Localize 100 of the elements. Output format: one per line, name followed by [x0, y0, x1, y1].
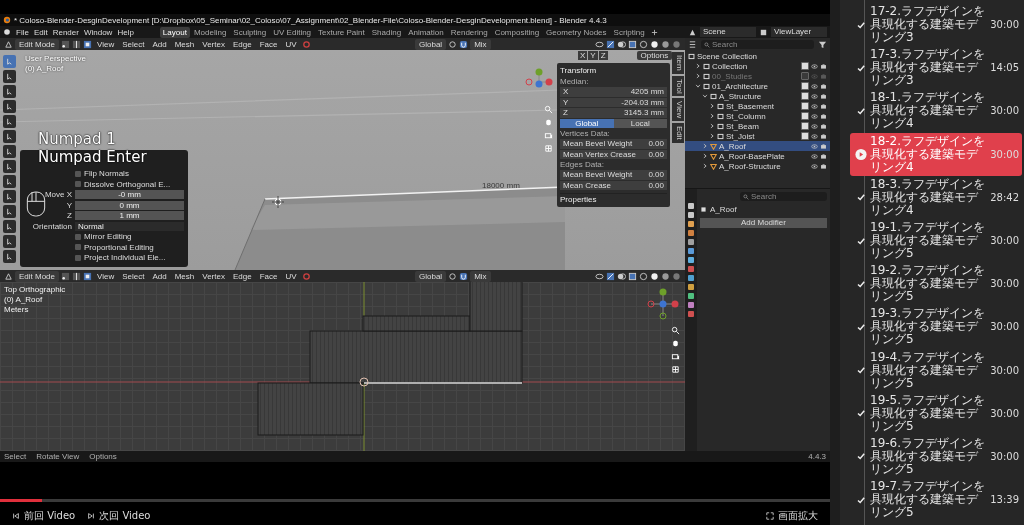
space-toggle[interactable]: Global — [560, 118, 614, 128]
outliner-item[interactable]: St_Column — [685, 111, 830, 121]
workspace-tab[interactable]: Texture Paint — [315, 26, 368, 38]
overlay-icon[interactable] — [617, 39, 626, 49]
gizmo-toggle-icon[interactable] — [606, 39, 615, 49]
gizmo-toggle-icon[interactable] — [606, 271, 615, 281]
menu-item[interactable]: Edge — [229, 39, 255, 49]
camera-icon[interactable] — [820, 112, 827, 120]
scene-field[interactable]: Scene — [700, 27, 756, 37]
tool-button[interactable] — [3, 190, 16, 203]
tool-button[interactable] — [3, 220, 16, 233]
checkbox[interactable] — [801, 132, 809, 140]
number-field[interactable]: Y -204.03 mm — [560, 97, 667, 107]
camera-icon[interactable] — [820, 162, 827, 170]
menu-item[interactable]: Help — [115, 27, 136, 37]
number-field[interactable]: 0 mm — [75, 200, 184, 210]
material-shading-icon[interactable] — [661, 39, 670, 49]
playlist-item[interactable]: 18-1.ラフデザインを具現化する建築モデリング4 30:00 — [850, 89, 1022, 133]
workspace-tab[interactable]: Scripting — [610, 26, 648, 38]
menu-item[interactable]: View — [94, 39, 118, 49]
rendered-shading-icon[interactable] — [672, 271, 681, 281]
visibility-icon[interactable] — [595, 39, 604, 49]
playlist-item[interactable]: 19-7.ラフデザインを具現化する建築モデリング5 13:39 — [850, 478, 1022, 522]
number-field[interactable]: X 4205 mm — [560, 87, 667, 97]
menu-item[interactable]: Add — [149, 39, 170, 49]
camera-icon[interactable] — [820, 62, 827, 70]
orientation-dropdown[interactable]: Global — [415, 38, 447, 50]
number-field[interactable]: Mean Bevel Weight 0.00 — [560, 139, 667, 149]
sidebar-tab[interactable]: Item — [672, 52, 684, 74]
mirror-axis-toggle[interactable]: X — [578, 51, 588, 60]
workspace-tab[interactable]: Animation — [405, 26, 447, 38]
menu-item[interactable]: Face — [256, 39, 281, 49]
mirror-axis-toggle[interactable]: Z — [598, 51, 608, 60]
workspace-tab[interactable]: Geometry Nodes — [543, 26, 610, 38]
number-field[interactable]: Mean Bevel Weight 0.00 — [560, 170, 667, 180]
eye-icon[interactable] — [811, 112, 818, 120]
progress-track[interactable] — [0, 499, 830, 502]
playlist-item[interactable]: 19-6.ラフデザインを具現化する建築モデリング5 30:00 — [850, 434, 1022, 479]
options-dropdown[interactable]: Options — [636, 51, 673, 60]
eye-icon[interactable] — [811, 92, 818, 100]
edge-select-icon[interactable] — [72, 39, 82, 49]
playlist-item[interactable]: 19-3.ラフデザインを具現化する建築モデリング5 30:00 — [850, 305, 1022, 349]
tool-button[interactable] — [3, 160, 16, 173]
eye-icon[interactable] — [811, 122, 818, 130]
menu-item[interactable]: Select — [119, 271, 148, 281]
menu-item[interactable]: Vertex — [199, 39, 228, 49]
playlist-item[interactable]: 17-2.ラフデザインを具現化する建築モデリング3 30:00 — [850, 3, 1022, 47]
face-select-icon[interactable] — [83, 39, 93, 49]
orientation-dropdown[interactable]: Normal — [75, 221, 184, 231]
snap-dropdown[interactable]: Mix — [470, 38, 491, 50]
pivot-icon[interactable] — [448, 271, 458, 281]
editor-type-icon[interactable] — [4, 271, 13, 281]
face-select-icon[interactable] — [83, 271, 93, 281]
workspace-tab[interactable]: Rendering — [447, 26, 491, 38]
eye-icon[interactable] — [811, 152, 818, 160]
xray-icon[interactable] — [628, 39, 637, 49]
eye-icon[interactable] — [811, 82, 818, 90]
playlist-item[interactable]: 18-3.ラフデザインを具現化する建築モデリング4 28:42 — [850, 175, 1022, 219]
search-field[interactable]: Search — [701, 40, 814, 49]
eye-icon[interactable] — [811, 102, 818, 110]
tool-button[interactable] — [3, 175, 16, 188]
snap-magnet-icon[interactable] — [459, 39, 469, 49]
workspace-tab[interactable]: Layout — [159, 26, 190, 38]
tool-button[interactable] — [3, 130, 16, 143]
rendered-shading-icon[interactable] — [672, 39, 681, 49]
playlist-item[interactable]: 19-1.ラフデザインを具現化する建築モデリング5 30:00 — [850, 218, 1022, 263]
camera-icon[interactable] — [820, 102, 827, 110]
menu-item[interactable]: Add — [149, 271, 170, 281]
menu-item[interactable]: Edit — [31, 27, 50, 37]
wireframe-shading-icon[interactable] — [639, 271, 648, 281]
eye-icon[interactable] — [811, 132, 818, 140]
camera-icon[interactable] — [671, 352, 680, 361]
checkbox[interactable] — [75, 170, 81, 177]
checkbox[interactable] — [75, 181, 81, 188]
number-field[interactable]: Mean Vertex Crease 0.00 — [560, 149, 667, 159]
outliner-item[interactable]: St_Beam — [685, 121, 830, 131]
edge-select-icon[interactable] — [72, 271, 82, 281]
workspace-tab[interactable]: UV Editing — [270, 26, 315, 38]
menu-item[interactable]: UV — [282, 271, 300, 281]
space-toggle[interactable]: Local — [613, 118, 667, 128]
solid-shading-icon[interactable] — [650, 39, 659, 49]
add-modifier-button[interactable]: Add Modifier — [700, 218, 827, 228]
snap-dropdown[interactable]: Mix — [470, 270, 491, 282]
menu-item[interactable]: Mesh — [171, 39, 198, 49]
next-video-button[interactable]: 次回 Video — [87, 509, 151, 523]
sidebar-tab[interactable]: Edit — [672, 123, 684, 144]
grid-icon[interactable] — [671, 365, 680, 374]
camera-icon[interactable] — [820, 122, 827, 130]
panel-title[interactable]: Transform — [560, 65, 667, 76]
app-menu-icon[interactable] — [3, 28, 11, 36]
outliner-item[interactable]: A_Roof — [685, 141, 830, 151]
tool-button[interactable] — [3, 85, 16, 98]
checkbox[interactable] — [801, 82, 809, 90]
outliner-item[interactable]: A_Structure — [685, 91, 830, 101]
display-mode-icon[interactable] — [688, 40, 697, 49]
vertex-select-icon[interactable] — [61, 39, 71, 49]
camera-icon[interactable] — [820, 82, 827, 90]
previous-video-button[interactable]: 前回 Video — [12, 509, 76, 523]
playlist-item[interactable]: 19-4.ラフデザインを具現化する建築モデリング5 30:00 — [850, 348, 1022, 392]
workspace-tab[interactable]: Compositing — [491, 26, 543, 38]
